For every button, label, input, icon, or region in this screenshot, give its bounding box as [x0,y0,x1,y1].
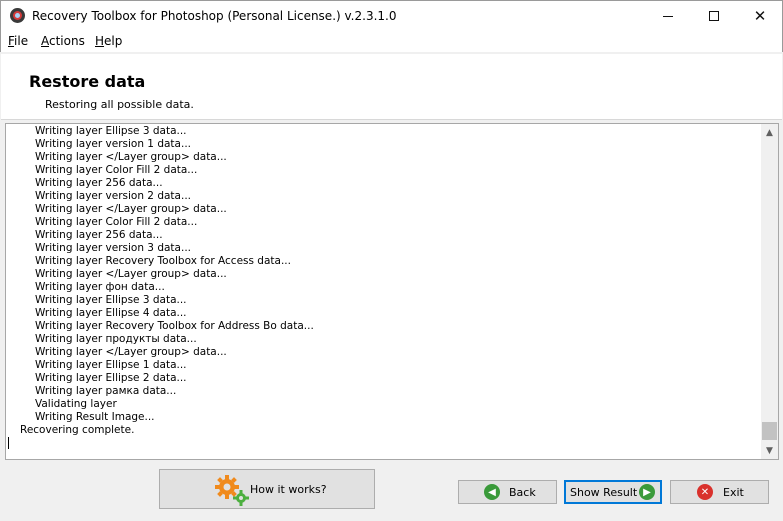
log-line: Writing layer </Layer group> data... [35,203,227,215]
log-line: Writing layer Color Fill 2 data... [35,164,198,176]
log-line: Writing layer Ellipse 3 data... [35,294,187,306]
back-label: Back [509,486,536,499]
close-button[interactable]: ✕ [737,1,783,31]
log-line: Writing layer version 3 data... [35,242,191,254]
scroll-up-icon[interactable]: ▲ [761,124,778,141]
log-line: Writing layer Ellipse 3 data... [35,125,187,137]
app-icon [10,8,25,23]
log-area[interactable]: Writing layer Ellipse 3 data... Writing l… [5,123,779,460]
title-bar: Recovery Toolbox for Photoshop (Personal… [0,0,783,31]
maximize-icon [709,11,719,21]
arrow-left-icon: ◀ [484,484,500,500]
scroll-down-icon[interactable]: ▼ [761,442,778,459]
scroll-thumb[interactable] [762,422,777,440]
log-line: Writing layer Color Fill 2 data... [35,216,198,228]
minimize-icon [663,15,673,17]
log-line: Writing layer продукты data... [35,333,197,345]
log-line: Writing layer рамка data... [35,385,177,397]
log-line: Writing layer version 2 data... [35,190,191,202]
maximize-button[interactable] [691,1,737,31]
menu-actions[interactable]: Actions [41,34,85,48]
log-line: Writing layer Ellipse 4 data... [35,307,187,319]
close-circle-icon: ✕ [697,484,713,500]
log-line: Writing layer Ellipse 2 data... [35,372,187,384]
log-line: Writing layer 256 data... [35,177,163,189]
show-result-label: Show Result [570,486,638,499]
arrow-right-icon: ▶ [639,484,655,500]
exit-button[interactable]: ✕ Exit [670,480,769,504]
page-subtitle: Restoring all possible data. [45,98,194,111]
how-it-works-label: How it works? [250,483,327,496]
how-it-works-button[interactable]: How it works? [159,469,375,509]
log-line: Writing layer </Layer group> data... [35,346,227,358]
log-line: Validating layer [35,398,117,410]
close-icon: ✕ [753,7,767,25]
menu-help[interactable]: Help [95,34,122,48]
log-line: Writing layer фон data... [35,281,165,293]
gears-icon [215,475,249,506]
log-line: Writing layer Recovery Toolbox for Addre… [35,320,314,332]
log-lines: Writing layer Ellipse 3 data... Writing l… [6,124,762,459]
back-button[interactable]: ◀ Back [458,480,557,504]
log-line: Writing layer </Layer group> data... [35,151,227,163]
log-line: Recovering complete. [20,424,135,436]
log-line: Writing layer 256 data... [35,229,163,241]
log-line: Writing layer </Layer group> data... [35,268,227,280]
vertical-scrollbar[interactable]: ▲ ▼ [761,124,778,459]
page-header: Restore data Restoring all possible data… [1,54,782,120]
log-line: Writing Result Image... [35,411,155,423]
text-caret [8,437,9,449]
page-title: Restore data [29,72,146,91]
log-line: Writing layer version 1 data... [35,138,191,150]
minimize-button[interactable] [645,1,691,31]
menu-bar: File Actions Help [0,31,783,52]
show-result-button[interactable]: Show Result ▶ [564,480,662,504]
window-title: Recovery Toolbox for Photoshop (Personal… [32,9,397,23]
exit-label: Exit [723,486,744,499]
log-line: Writing layer Ellipse 1 data... [35,359,187,371]
menu-file[interactable]: File [8,34,28,48]
log-line: Writing layer Recovery Toolbox for Acces… [35,255,291,267]
